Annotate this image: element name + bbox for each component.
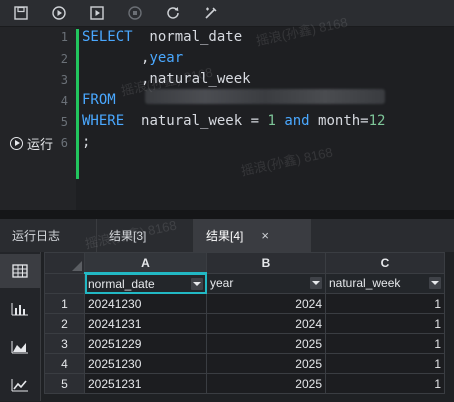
code-text: normal_date: [132, 29, 243, 45]
keyword: year: [149, 50, 184, 66]
table-row: 1 20241230 2024 1: [44, 293, 445, 314]
cell-natural-week[interactable]: 1: [325, 353, 445, 374]
tab-label: 结果[4]: [206, 229, 244, 243]
code-line-5: WHERE natural_week = 1 and month=12: [82, 113, 385, 129]
tab-label: 运行日志: [12, 229, 61, 243]
keyword: and: [275, 113, 310, 129]
header-row-number: [44, 272, 85, 294]
row-number[interactable]: 5: [44, 373, 85, 394]
code-line-2: ,year: [82, 50, 183, 66]
bar-chart-icon[interactable]: [0, 292, 40, 326]
watermark: 摇浪(孙鑫) 8168: [239, 144, 334, 179]
save-icon[interactable]: [12, 4, 30, 22]
format-icon[interactable]: [202, 4, 220, 22]
table-row: 5 20251231 2025 1: [44, 373, 445, 394]
cell-year[interactable]: 2025: [206, 353, 326, 374]
cell-year[interactable]: 2025: [206, 373, 326, 394]
result-grid[interactable]: A B C normal_date year natural_week 1 20…: [44, 217, 454, 401]
column-letter-a[interactable]: A: [84, 252, 207, 274]
line-number: 4: [60, 94, 68, 108]
play-icon[interactable]: [50, 4, 68, 22]
refresh-icon[interactable]: [164, 4, 182, 22]
column-header-year[interactable]: year: [206, 272, 326, 294]
row-number[interactable]: 4: [44, 353, 85, 374]
column-letter-c[interactable]: C: [325, 252, 445, 274]
tab-result-3[interactable]: 结果[3]: [97, 219, 194, 252]
code-text: month=: [309, 113, 369, 129]
line-number: 2: [60, 52, 68, 66]
panel-splitter[interactable]: [0, 210, 454, 219]
tab-label: 结果[3]: [109, 229, 147, 243]
row-number[interactable]: 1: [44, 293, 85, 314]
area-chart-icon[interactable]: [0, 330, 40, 364]
table-row: 3 20251229 2025 1: [44, 333, 445, 354]
tab-run-log[interactable]: 运行日志: [0, 219, 97, 252]
row-number[interactable]: 2: [44, 313, 85, 334]
column-header-natural-week[interactable]: natural_week: [325, 272, 445, 294]
table-row: 4 20251230 2025 1: [44, 353, 445, 374]
run-label: 运行: [27, 136, 54, 152]
header-label: natural_week: [329, 276, 401, 291]
stop-icon[interactable]: [126, 4, 144, 22]
column-letter-b[interactable]: B: [206, 252, 326, 274]
keyword: SELECT: [82, 29, 133, 45]
column-header-normal-date[interactable]: normal_date: [84, 272, 207, 294]
play-circle-icon: [10, 136, 23, 150]
row-number[interactable]: 3: [44, 333, 85, 354]
header-label: normal_date: [88, 276, 155, 291]
header-label: year: [210, 276, 234, 291]
code-text: ,: [82, 50, 150, 66]
code-text: natural_week =: [124, 113, 268, 129]
filter-dropdown-icon[interactable]: [429, 277, 441, 290]
cell-year[interactable]: 2024: [206, 293, 326, 314]
keyword: WHERE: [82, 113, 125, 129]
line-number: 1: [60, 30, 68, 44]
cell-year[interactable]: 2024: [206, 313, 326, 334]
code-line-3: ,natural_week: [82, 71, 251, 87]
redacted-table-name: [145, 89, 385, 104]
cell-normal-date[interactable]: 20251229: [84, 333, 207, 354]
line-number: 3: [60, 73, 68, 87]
cell-normal-date[interactable]: 20241230: [84, 293, 207, 314]
select-all-corner[interactable]: [44, 252, 85, 274]
line-gutter: 1 2 3 4 5 6 运行: [0, 27, 76, 210]
cell-year[interactable]: 2025: [206, 333, 326, 354]
line-number: 5: [60, 115, 68, 129]
cell-normal-date[interactable]: 20251230: [84, 353, 207, 374]
table-view-icon[interactable]: [0, 254, 40, 288]
line-chart-icon[interactable]: [0, 368, 40, 402]
cell-natural-week[interactable]: 1: [325, 293, 445, 314]
tab-result-4[interactable]: 结果[4] ×: [194, 219, 311, 252]
cell-normal-date[interactable]: 20241231: [84, 313, 207, 334]
code-line-1: SELECT normal_date: [82, 29, 242, 45]
sql-editor[interactable]: 1 2 3 4 5 6 运行 SELECT normal_date ,year …: [0, 14, 454, 210]
run-script-icon[interactable]: [88, 4, 106, 22]
cell-natural-week[interactable]: 1: [325, 333, 445, 354]
result-tabs: 运行日志 结果[3] 结果[4] ×: [0, 219, 454, 252]
view-switcher: [0, 252, 41, 401]
number: 1: [267, 113, 276, 129]
keyword: FROM: [82, 92, 116, 108]
run-button[interactable]: 运行: [10, 134, 53, 152]
cell-normal-date[interactable]: 20251231: [84, 373, 207, 394]
table-row: 2 20241231 2024 1: [44, 313, 445, 334]
cell-natural-week[interactable]: 1: [325, 313, 445, 334]
close-icon[interactable]: ×: [261, 228, 269, 243]
code-line-4: FROM: [82, 92, 116, 108]
code-line-6: ;: [82, 134, 91, 150]
cell-natural-week[interactable]: 1: [325, 373, 445, 394]
filter-dropdown-icon[interactable]: [310, 277, 322, 290]
number: 12: [368, 113, 386, 129]
modified-lines-marker: [76, 29, 79, 179]
filter-dropdown-icon[interactable]: [191, 277, 203, 290]
toolbar: [0, 0, 454, 27]
